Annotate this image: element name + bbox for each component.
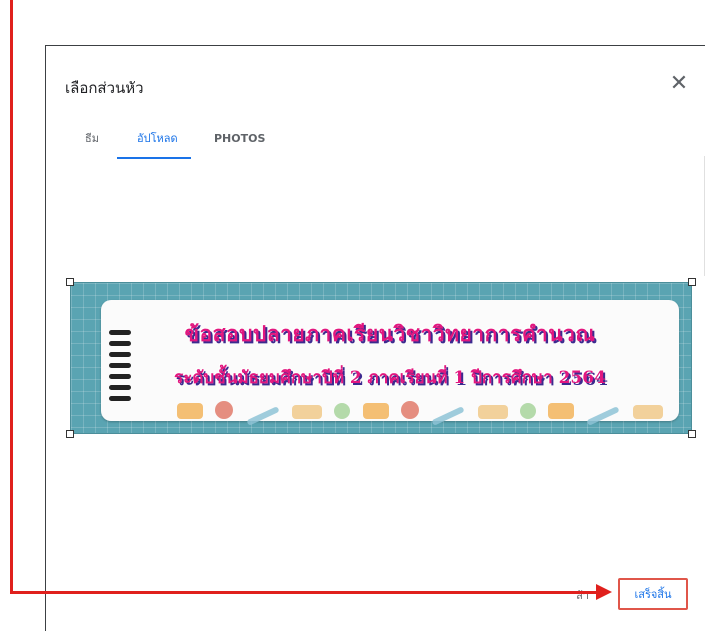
banner-subtitle: ระดับชั้นมัธยมศึกษาปีที่ 2 ภาคเรียนที่ 1… bbox=[174, 368, 606, 388]
tab-themes[interactable]: ธีม bbox=[85, 130, 99, 158]
annotation-line-horizontal bbox=[10, 591, 598, 594]
crop-handle-top-left[interactable] bbox=[66, 278, 74, 286]
annotation-arrow-icon bbox=[596, 584, 612, 600]
dialog-title: เลือกส่วนหัว bbox=[65, 79, 144, 97]
annotation-line-vertical bbox=[10, 0, 13, 593]
close-icon[interactable]: ✕ bbox=[667, 72, 691, 96]
cancel-button[interactable]: ล้า bbox=[576, 586, 589, 604]
banner-title: ข้อสอบปลายภาคเรียนวิชาวิทยาการคำนวณ bbox=[184, 321, 596, 346]
select-header-dialog: เลือกส่วนหัว ✕ ธีม อัปโหลด PHOTOS ข้อสอบ… bbox=[45, 45, 705, 631]
crop-handle-bottom-right[interactable] bbox=[688, 430, 696, 438]
header-image-crop[interactable]: ข้อสอบปลายภาคเรียนวิชาวิทยาการคำนวณ ระดั… bbox=[70, 282, 692, 434]
crop-handle-bottom-left[interactable] bbox=[66, 430, 74, 438]
crop-handle-top-right[interactable] bbox=[688, 278, 696, 286]
active-tab-indicator bbox=[117, 157, 191, 159]
banner-paper: ข้อสอบปลายภาคเรียนวิชาวิทยาการคำนวณ ระดั… bbox=[101, 300, 679, 426]
school-doodles-icon bbox=[171, 397, 669, 426]
done-button[interactable]: เสร็จสิ้น bbox=[618, 578, 688, 610]
tab-upload[interactable]: อัปโหลด bbox=[137, 130, 185, 158]
tab-photos[interactable]: PHOTOS bbox=[214, 130, 265, 158]
